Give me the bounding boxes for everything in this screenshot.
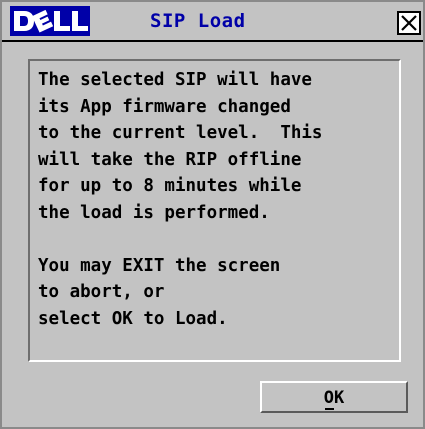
close-button[interactable] [397,11,421,35]
title-divider [2,40,423,42]
message-line: to the current level. This [38,123,323,143]
message-line: to abort, or [38,282,165,302]
message-line: You may EXIT the screen [38,255,281,276]
dell-logo [10,6,90,36]
message-line: select OK to Load. [38,308,228,329]
message-line: for up to 8 minutes while [38,176,302,196]
message-line: the load is performed. [38,202,270,223]
message-line: its App firmware changed [38,96,291,117]
ok-mnemonic-underline [325,408,334,410]
close-icon [401,15,417,31]
dialog-title: SIP Load [150,10,246,32]
message-line: will take the RIP offline [38,149,302,170]
message-line: The selected SIP will have [38,70,312,90]
message-text: The selected SIP will have its App firmw… [38,67,322,332]
message-panel: The selected SIP will have its App firmw… [28,59,401,362]
ok-button[interactable]: OK [260,381,408,413]
sip-load-dialog: SIP Load The selected SIP will have its … [0,0,425,429]
title-bar: SIP Load [2,2,423,40]
ok-button-label: OK [323,388,345,408]
